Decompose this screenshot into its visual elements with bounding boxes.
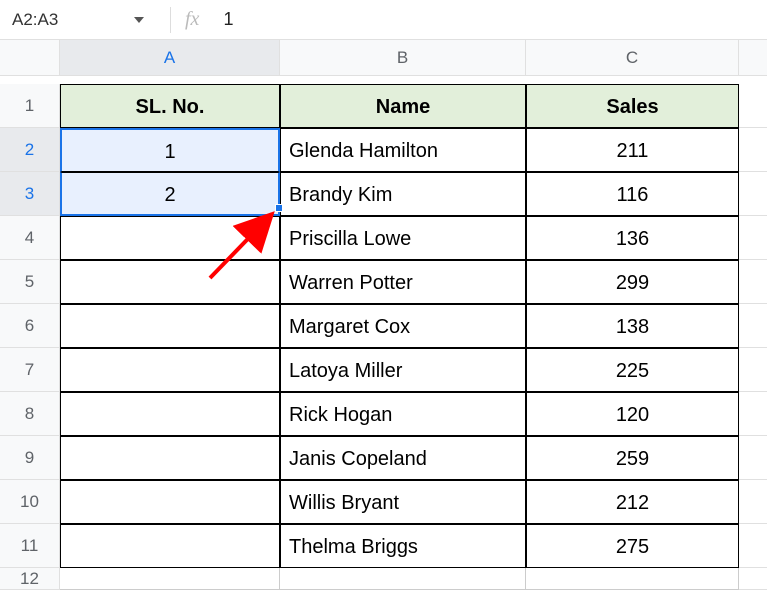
cell-b3[interactable]: Brandy Kim (280, 172, 526, 216)
header-sl-no[interactable]: SL. No. (60, 84, 280, 128)
cell-b12[interactable] (280, 568, 526, 590)
row-header-7[interactable]: 7 (0, 348, 60, 392)
cell-c7[interactable]: 225 (526, 348, 739, 392)
row-header-1[interactable]: 1 (0, 84, 60, 128)
cell-extra[interactable] (739, 348, 767, 392)
row-header-8[interactable]: 8 (0, 392, 60, 436)
cell-b4[interactable]: Priscilla Lowe (280, 216, 526, 260)
formula-input[interactable] (223, 9, 767, 30)
cell-c9[interactable]: 259 (526, 436, 739, 480)
row-header-4[interactable]: 4 (0, 216, 60, 260)
cell-extra[interactable] (739, 128, 767, 172)
cell-c10[interactable]: 212 (526, 480, 739, 524)
header-sales[interactable]: Sales (526, 84, 739, 128)
col-header-a[interactable]: A (60, 40, 280, 76)
cell-b2[interactable]: Glenda Hamilton (280, 128, 526, 172)
cell-extra[interactable] (739, 436, 767, 480)
cell-a8[interactable] (60, 392, 280, 436)
chevron-down-icon[interactable] (134, 17, 144, 23)
cell-a5[interactable] (60, 260, 280, 304)
cell-c4[interactable]: 136 (526, 216, 739, 260)
col-header-extra[interactable] (739, 40, 767, 76)
cell-extra[interactable] (739, 304, 767, 348)
cell-a4[interactable] (60, 216, 280, 260)
header-name[interactable]: Name (280, 84, 526, 128)
cell-c6[interactable]: 138 (526, 304, 739, 348)
cell-b8[interactable]: Rick Hogan (280, 392, 526, 436)
cell-b5[interactable]: Warren Potter (280, 260, 526, 304)
cell-c12[interactable] (526, 568, 739, 590)
name-box-text: A2:A3 (12, 10, 134, 30)
row-header-5[interactable]: 5 (0, 260, 60, 304)
row-header-12[interactable]: 12 (0, 568, 60, 590)
cell-a10[interactable] (60, 480, 280, 524)
row-header-9[interactable]: 9 (0, 436, 60, 480)
cell-extra[interactable] (739, 568, 767, 590)
cell-a6[interactable] (60, 304, 280, 348)
cell-extra[interactable] (739, 216, 767, 260)
cell-a7[interactable] (60, 348, 280, 392)
cell-b10[interactable]: Willis Bryant (280, 480, 526, 524)
cell-b7[interactable]: Latoya Miller (280, 348, 526, 392)
cell-extra[interactable] (739, 480, 767, 524)
select-all-corner[interactable] (0, 40, 60, 76)
cell-a11[interactable] (60, 524, 280, 568)
cell-b11[interactable]: Thelma Briggs (280, 524, 526, 568)
row-header-11[interactable]: 11 (0, 524, 60, 568)
cell-a2[interactable]: 1 (60, 128, 280, 172)
formula-bar-row: A2:A3 fx (0, 0, 767, 40)
fx-icon: fx (185, 8, 199, 31)
cell-a9[interactable] (60, 436, 280, 480)
row-header-10[interactable]: 10 (0, 480, 60, 524)
col-header-c[interactable]: C (526, 40, 739, 76)
row-header-6[interactable]: 6 (0, 304, 60, 348)
fill-handle[interactable] (275, 204, 283, 212)
cell-extra[interactable] (739, 260, 767, 304)
col-header-b[interactable]: B (280, 40, 526, 76)
cell-extra[interactable] (739, 172, 767, 216)
cell-c11[interactable]: 275 (526, 524, 739, 568)
cell-a12[interactable] (60, 568, 280, 590)
cell-c8[interactable]: 120 (526, 392, 739, 436)
divider (170, 7, 171, 33)
cell-extra[interactable] (739, 524, 767, 568)
row-header-3[interactable]: 3 (0, 172, 60, 216)
cell-b9[interactable]: Janis Copeland (280, 436, 526, 480)
cell-c3[interactable]: 116 (526, 172, 739, 216)
cell-extra[interactable] (739, 84, 767, 128)
cell-extra[interactable] (739, 392, 767, 436)
spreadsheet-grid[interactable]: A B C 1 SL. No. Name Sales 2 1 Glenda Ha… (0, 40, 767, 612)
cell-c5[interactable]: 299 (526, 260, 739, 304)
cell-c2[interactable]: 211 (526, 128, 739, 172)
row-header-2[interactable]: 2 (0, 128, 60, 172)
cell-b6[interactable]: Margaret Cox (280, 304, 526, 348)
cell-a3[interactable]: 2 (60, 172, 280, 216)
name-box[interactable]: A2:A3 (6, 6, 156, 34)
